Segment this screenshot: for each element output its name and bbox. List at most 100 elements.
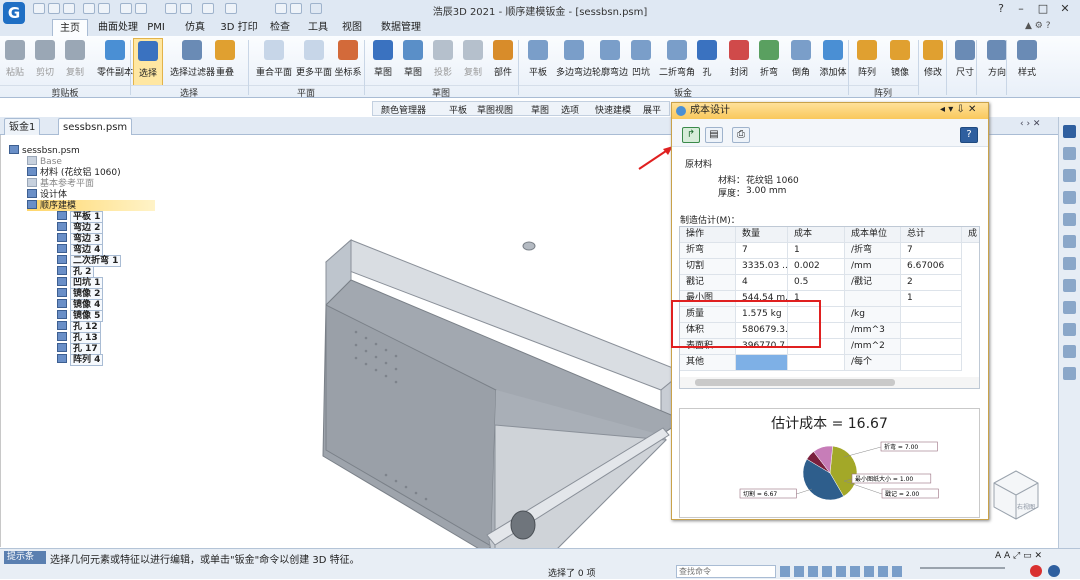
tab-2[interactable]: PMI	[146, 19, 166, 36]
tree-item-0[interactable]: sessbsn.psm	[9, 145, 80, 156]
tree-item-8[interactable]: 弯边 3	[57, 233, 104, 245]
tree-item-12[interactable]: 凹坑 1	[57, 277, 104, 289]
cell-2-2[interactable]: 0.5	[788, 275, 845, 291]
globe-icon[interactable]	[1048, 565, 1060, 577]
toolbar2-item-0[interactable]: 颜色管理器	[381, 103, 426, 116]
tab-3[interactable]: 仿真	[180, 19, 210, 36]
tree-item-6[interactable]: 平板 1	[57, 211, 104, 223]
zoom-slider[interactable]	[920, 567, 1005, 569]
cell-1-1[interactable]: 3335.03 ...	[736, 259, 788, 275]
tree-item-9[interactable]: 弯边 4	[57, 244, 104, 256]
tree-item-11[interactable]: 孔 2	[57, 266, 95, 278]
export-icon[interactable]: ▤	[705, 127, 723, 143]
tree-item-18[interactable]: 孔 17	[57, 343, 101, 355]
ribbon-button-2[interactable]: 复制	[60, 38, 90, 86]
column-header-0[interactable]: 操作	[680, 227, 736, 243]
apply-icon[interactable]: ↱	[682, 127, 700, 143]
column-header-1[interactable]: 数量	[736, 227, 788, 243]
ribbon-button-0[interactable]: 粘贴	[0, 38, 30, 86]
ribbon-button-11[interactable]: 草图	[398, 38, 428, 86]
tab-6[interactable]: 工具	[306, 19, 330, 36]
tab-5[interactable]: 检查	[268, 19, 292, 36]
column-header-5[interactable]: 成	[962, 227, 979, 243]
sidebar-tool-11[interactable]	[1063, 367, 1076, 380]
tab-scroll-icon[interactable]: ‹ › ✕	[1020, 119, 1040, 129]
record-icon[interactable]	[1030, 565, 1042, 577]
column-header-2[interactable]: 成本	[788, 227, 845, 243]
tree-item-16[interactable]: 孔 12	[57, 321, 101, 333]
ribbon-button-13[interactable]: 复制	[458, 38, 488, 86]
ribbon-button-20[interactable]: 孔	[692, 38, 722, 86]
print-icon[interactable]: ⎙	[732, 127, 750, 143]
tree-item-17[interactable]: 孔 13	[57, 332, 101, 344]
cell-0-2[interactable]: 1	[788, 243, 845, 259]
cell-0-1[interactable]: 7	[736, 243, 788, 259]
toolbar2-item-1[interactable]: 平板	[449, 103, 467, 116]
toolbar2-item-5[interactable]: 快速建模	[595, 103, 631, 116]
toolbar2-item-6[interactable]: 展平	[643, 103, 661, 116]
help-icon[interactable]: ?	[960, 127, 978, 143]
sidebar-tool-0[interactable]	[1063, 125, 1076, 138]
doc-tab-0[interactable]: 钣金1	[4, 118, 41, 135]
ribbon-button-29[interactable]: 方向	[982, 38, 1012, 86]
view-cube[interactable]: 右视图	[986, 465, 1046, 525]
sidebar-tool-2[interactable]	[1063, 169, 1076, 182]
maximize-button[interactable]: □	[1032, 0, 1054, 18]
ribbon-button-24[interactable]: 添加体	[815, 38, 851, 86]
sidebar-tool-5[interactable]	[1063, 235, 1076, 248]
panel-controls[interactable]: ◂ ▾ ⇩ ✕	[940, 104, 976, 115]
tree-item-5[interactable]: 顺序建模	[27, 200, 155, 211]
ribbon-button-22[interactable]: 折弯	[754, 38, 784, 86]
close-button[interactable]: ✕	[1054, 0, 1076, 18]
toolbar2-item-4[interactable]: 选项	[561, 103, 579, 116]
ribbon-button-18[interactable]: 凹坑	[626, 38, 656, 86]
sidebar-tool-6[interactable]	[1063, 257, 1076, 270]
cell-7-2[interactable]	[788, 355, 845, 371]
ribbon-button-10[interactable]: 草图	[368, 38, 398, 86]
cell-1-2[interactable]: 0.002	[788, 259, 845, 275]
view-toolbar-icons[interactable]	[780, 566, 905, 577]
tab-7[interactable]: 视图	[340, 19, 364, 36]
tab-0[interactable]: 主页	[52, 19, 88, 36]
ribbon-button-14[interactable]: 部件	[488, 38, 518, 86]
tab-1[interactable]: 曲面处理	[96, 19, 140, 36]
tree-item-1[interactable]: Base	[27, 156, 62, 167]
ribbon-button-7[interactable]: 重合平面	[252, 38, 296, 86]
sidebar-tool-3[interactable]	[1063, 191, 1076, 204]
tree-item-10[interactable]: 二次折弯 1	[57, 255, 122, 267]
ribbon-button-4[interactable]: 选择	[133, 38, 163, 86]
ribbon-button-21[interactable]: 封闭	[724, 38, 754, 86]
ribbon-button-5[interactable]: 选择过滤器	[170, 38, 215, 86]
tree-item-19[interactable]: 阵列 4	[57, 354, 104, 366]
tab-8[interactable]: 数据管理	[381, 19, 421, 36]
ribbon-button-12[interactable]: 投影	[428, 38, 458, 86]
cell-2-1[interactable]: 4	[736, 275, 788, 291]
sheet-metal-model[interactable]	[311, 220, 691, 580]
table-hscroll-thumb[interactable]	[695, 379, 895, 386]
tree-item-14[interactable]: 镜像 4	[57, 299, 104, 311]
ribbon-button-9[interactable]: 坐标系	[330, 38, 366, 86]
font-size-icons[interactable]: A A ⤢ ▭ ✕	[995, 551, 1042, 561]
ribbon-button-15[interactable]: 平板	[523, 38, 553, 86]
column-header-4[interactable]: 总计	[901, 227, 962, 243]
tree-item-7[interactable]: 弯边 2	[57, 222, 104, 234]
ribbon-button-30[interactable]: 样式	[1012, 38, 1042, 86]
ribbon-button-25[interactable]: 阵列	[852, 38, 882, 86]
column-header-3[interactable]: 成本单位	[845, 227, 901, 243]
ribbon-button-23[interactable]: 倒角	[786, 38, 816, 86]
sidebar-tool-1[interactable]	[1063, 147, 1076, 160]
tree-item-2[interactable]: 材料 (花纹铝 1060)	[27, 167, 121, 178]
ribbon-button-27[interactable]: 修改	[918, 38, 948, 86]
sidebar-tool-4[interactable]	[1063, 213, 1076, 226]
doc-tab-1[interactable]: sessbsn.psm	[58, 118, 133, 135]
hint-tab[interactable]: 提示条	[4, 551, 46, 564]
toolbar2-item-2[interactable]: 草图视图	[477, 103, 513, 116]
toolbar2-item-3[interactable]: 草图	[531, 103, 549, 116]
tab-4[interactable]: 3D 打印	[216, 19, 262, 36]
help-icon[interactable]: ?	[990, 0, 1012, 18]
minimize-button[interactable]: –	[1010, 0, 1032, 18]
cell-7-1[interactable]	[736, 355, 788, 371]
ribbon-button-6[interactable]: 重叠	[210, 38, 240, 86]
sidebar-tool-7[interactable]	[1063, 279, 1076, 292]
ribbon-button-1[interactable]: 剪切	[30, 38, 60, 86]
